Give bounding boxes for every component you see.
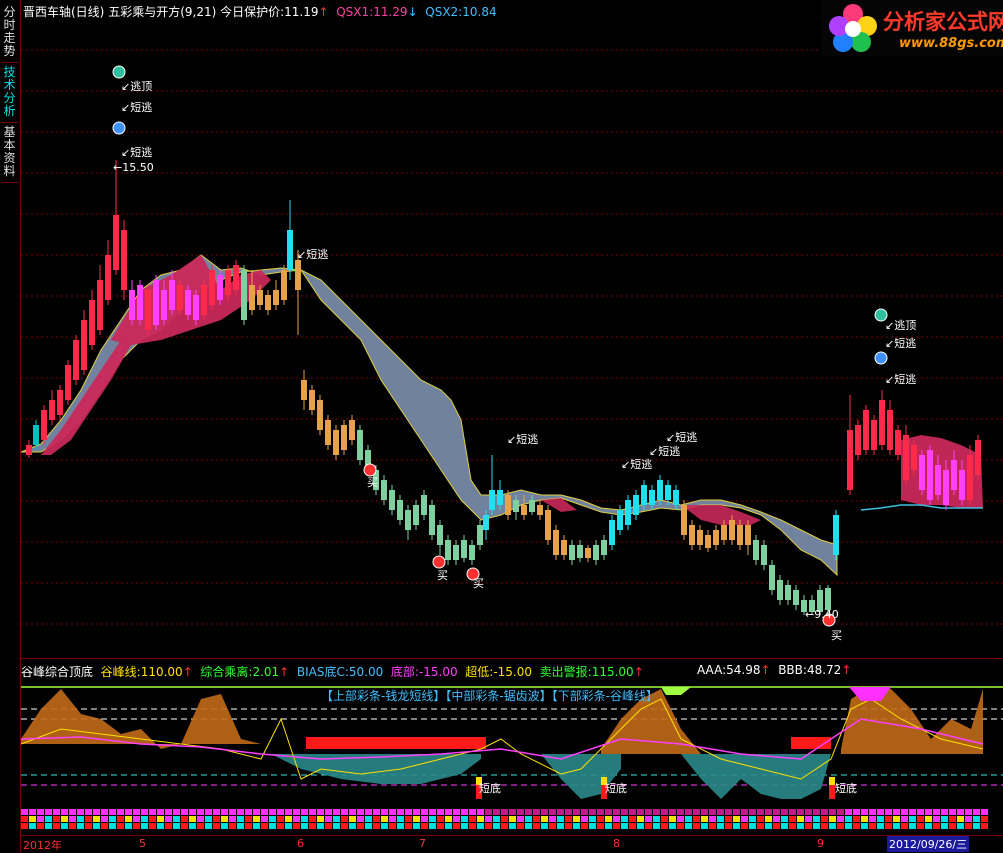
signal-short-escape: ↙短逃 [121,101,153,114]
main-price-chart[interactable]: 晋西车轴(日线) 五彩乘与开方(9,21) 今日保护价:11.19↑ QSX1:… [21,0,1003,658]
logo-title: 分析家公式网 [883,10,1003,34]
bbb-label: BBB: [778,663,807,677]
chart-header: 晋西车轴(日线) 五彩乘与开方(9,21) 今日保护价:11.19↑ QSX1:… [23,3,497,20]
high-price-label: ←15.50 [113,161,154,174]
sub-indicator-name: 谷峰综合顶底 [21,665,94,679]
sell-value: 115.00 [591,665,634,679]
qsx2-label: QSX2: [425,5,463,19]
sub-legend: 【上部彩条-钱龙短线】【中部彩条-锯齿波】【下部彩条-谷峰线】 [321,689,658,703]
aaa-value: 54.98 [726,663,761,677]
comp-value: 2.01 [252,665,280,679]
logo-url: www.88gs.com [899,36,1003,51]
flower-logo-icon [829,4,877,52]
bias-value: 50.00 [348,665,384,679]
tab-technical[interactable]: 技术分析 [1,66,18,123]
signal-short-escape: ↙短逃 [649,445,681,458]
low-price-label: ←9.40 [805,608,839,621]
signal-escape-top: ↙逃顶 [885,319,917,332]
protect-label: 今日保护价: [220,5,285,19]
qsx1-label: QSX1: [336,5,374,19]
sub-indicator-chart[interactable]: 谷峰综合顶底 谷峰线:110.00↑ 综合乘离:2.01↑ BIAS底C:50.… [21,658,1003,835]
qsx2-value: 10.84 [462,5,497,19]
signal-bottom-short: 短底 [835,782,857,795]
bottom-value: -15.00 [418,665,458,679]
tab-fundamentals[interactable]: 基本资料 [1,126,18,183]
signal-short-escape: ↙短逃 [885,337,917,350]
x-label-month: 7 [419,837,426,850]
signal-short-escape: ↙短逃 [885,373,917,386]
aaa-label: AAA: [697,663,727,677]
sub-header-right: AAA:54.98↑ BBB:48.72↑ [697,663,852,677]
tab-intraday[interactable]: 分时走势 [1,6,18,63]
x-label-month: 8 [613,837,620,850]
sub-header: 谷峰综合顶底 谷峰线:110.00↑ 综合乘离:2.01↑ BIAS底C:50.… [21,665,644,679]
x-current-date: 2012/09/26/三 [887,836,970,852]
peak-value: 110.00 [140,665,183,679]
signal-buy: 买 [473,577,484,590]
super-low-value: -15.00 [493,665,533,679]
signal-short-escape: ↙短逃 [297,248,329,261]
super-low-label: 超低: [465,665,494,679]
signal-bottom-short: 短底 [479,782,501,795]
signal-escape-top: ↙逃顶 [121,80,153,93]
signal-buy: 买 [437,569,448,582]
x-label-month: 6 [297,837,304,850]
x-label-year: 2012年 [23,839,62,852]
bottom-label: 底部: [390,665,419,679]
down-arrow-icon: ↓ [407,5,418,19]
signal-short-escape: ↙短逃 [121,146,153,159]
stock-title: 晋西车轴(日线) [23,5,105,19]
date-axis: 2012年 5 6 7 8 9 2012/09/26/三 [21,835,1003,853]
signal-buy: 买 [831,629,842,642]
signal-buy: 买 [367,476,378,489]
signal-short-escape: ↙短逃 [666,431,698,444]
signal-bottom-short: 短底 [605,782,627,795]
signal-short-escape: ↙短逃 [507,433,539,446]
side-tab-bar: 分时走势 技术分析 基本资料 [0,0,21,852]
signal-short-escape: ↙短逃 [621,458,653,471]
qsx1-value: 11.29 [373,5,408,19]
peak-label: 谷峰线: [100,665,141,679]
x-label-month: 9 [817,837,824,850]
bias-label: BIAS底C: [296,665,349,679]
sell-label: 卖出警报: [539,665,592,679]
protect-value: 11.19 [284,5,319,19]
site-logo: 分析家公式网 www.88gs.com [821,0,1003,56]
comp-label: 综合乘离: [200,665,253,679]
indicator-name: 五彩乘与开方(9,21) [108,5,217,19]
price-chart-canvas [21,49,1003,627]
indicator-canvas [21,686,1003,829]
up-arrow-icon: ↑ [318,5,329,19]
x-label-month: 5 [139,837,146,850]
bbb-value: 48.72 [806,663,842,677]
